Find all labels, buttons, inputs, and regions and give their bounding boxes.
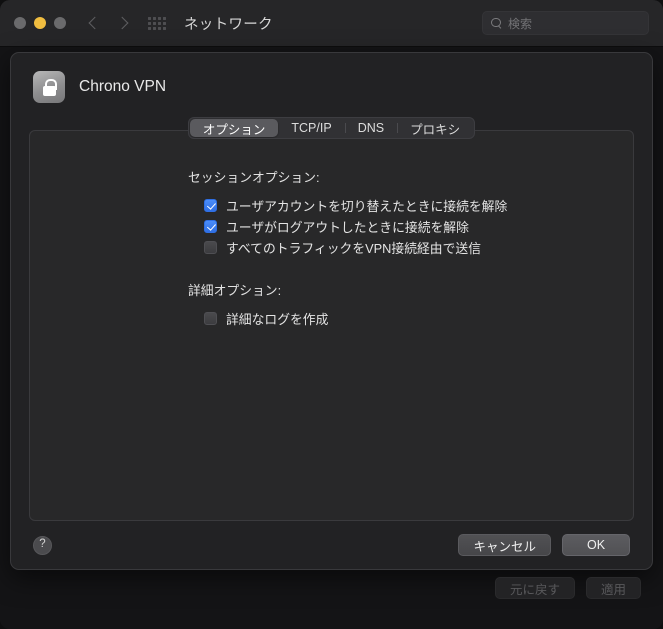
help-button[interactable]: ?	[33, 535, 52, 555]
vpn-options-sheet: Chrono VPN オプション TCP/IP DNS プロキシ セッションオプ…	[10, 52, 653, 570]
session-options-label: セッションオプション:	[188, 170, 320, 185]
tab-options[interactable]: オプション	[189, 119, 279, 137]
zoom-window-button[interactable]	[54, 17, 66, 29]
checkbox-row-verbose-logging[interactable]: 詳細なログを作成	[204, 308, 633, 329]
page-title: ネットワーク	[184, 16, 273, 33]
grid-view-icon[interactable]	[148, 16, 166, 30]
checkbox-disconnect-on-switch[interactable]	[204, 199, 217, 212]
checkbox-row-disconnect-on-logout[interactable]: ユーザがログアウトしたときに接続を解除	[204, 216, 633, 237]
revert-button: 元に戻す	[494, 577, 575, 599]
checkbox-label-disconnect-on-logout: ユーザがログアウトしたときに接続を解除	[226, 220, 469, 235]
traffic-lights	[14, 17, 66, 29]
sheet-title: Chrono VPN	[79, 78, 167, 95]
options-pane: セッションオプション: ユーザアカウントを切り替えたときに接続を解除 ユーザがロ…	[29, 130, 634, 521]
tabbar: オプション TCP/IP DNS プロキシ	[187, 117, 476, 139]
window-footer: 元に戻す 適用	[0, 565, 663, 629]
window-body: Chrono VPN オプション TCP/IP DNS プロキシ セッションオプ…	[0, 47, 663, 629]
lock-icon	[33, 71, 65, 103]
window-toolbar: ネットワーク 検索	[0, 0, 663, 47]
checkbox-row-disconnect-on-switch[interactable]: ユーザアカウントを切り替えたときに接続を解除	[204, 195, 633, 216]
cancel-button[interactable]: キャンセル	[458, 534, 551, 556]
checkbox-disconnect-on-logout[interactable]	[204, 220, 217, 233]
tabbar-wrapper: オプション TCP/IP DNS プロキシ	[29, 117, 634, 139]
tab-tcpip[interactable]: TCP/IP	[278, 119, 344, 137]
checkbox-send-all-traffic[interactable]	[204, 241, 217, 254]
checkbox-label-send-all-traffic: すべてのトラフィックをVPN接続経由で送信	[226, 241, 481, 256]
advanced-options-label: 詳細オプション:	[188, 283, 282, 298]
sheet-header: Chrono VPN	[29, 71, 634, 103]
apply-button: 適用	[585, 577, 641, 599]
navigation-arrows	[88, 14, 128, 32]
checkbox-label-verbose-logging: 詳細なログを作成	[226, 312, 329, 327]
network-preferences-window: ネットワーク 検索 Chrono VPN オプション TCP/IP DNS プロ…	[0, 0, 663, 629]
close-window-button[interactable]	[14, 17, 26, 29]
options-block: セッションオプション: ユーザアカウントを切り替えたときに接続を解除 ユーザがロ…	[30, 167, 633, 329]
checkbox-label-disconnect-on-switch: ユーザアカウントを切り替えたときに接続を解除	[226, 199, 508, 214]
tab-proxies[interactable]: プロキシ	[397, 119, 473, 137]
search-icon	[491, 17, 502, 29]
search-field[interactable]: 検索	[482, 11, 649, 35]
checkbox-row-send-all-traffic[interactable]: すべてのトラフィックをVPN接続経由で送信	[204, 237, 633, 258]
chevron-right-icon[interactable]	[117, 14, 128, 32]
search-placeholder: 検索	[508, 16, 533, 31]
tab-dns[interactable]: DNS	[344, 119, 397, 137]
chevron-left-icon[interactable]	[88, 14, 99, 32]
checkbox-verbose-logging[interactable]	[204, 312, 217, 325]
sheet-footer: ? キャンセル OK	[29, 521, 634, 569]
minimize-window-button[interactable]	[34, 17, 46, 29]
ok-button[interactable]: OK	[562, 534, 630, 556]
